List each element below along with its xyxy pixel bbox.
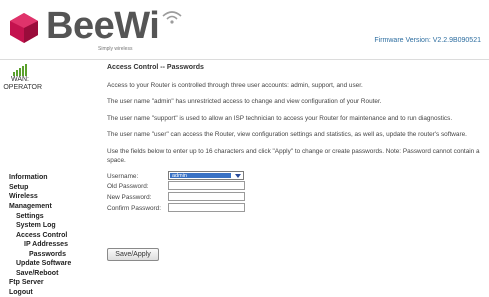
old-password-input[interactable]: [168, 181, 245, 190]
new-password-label: New Password:: [107, 194, 152, 201]
nav-item-management[interactable]: Management: [9, 202, 52, 211]
nav-item-access-control[interactable]: Access Control: [16, 231, 67, 240]
nav-item-ftp-server[interactable]: Ftp Server: [9, 278, 44, 287]
nav-item-passwords[interactable]: Passwords: [29, 250, 66, 259]
signal-strength-icon: [13, 64, 27, 76]
confirm-password-label: Confirm Password:: [107, 205, 161, 212]
beewi-logo-icon: [10, 13, 38, 43]
nav-item-wireless[interactable]: Wireless: [9, 192, 38, 201]
logo-subtitle: Simply wireless: [98, 46, 133, 52]
nav-item-ip-addresses[interactable]: IP Addresses: [24, 240, 68, 249]
save-apply-button[interactable]: Save/Apply: [107, 248, 159, 261]
nav-item-update-software[interactable]: Update Software: [16, 259, 71, 268]
old-password-label: Old Password:: [107, 183, 149, 190]
header: BeeWi Simply wireless Firmware Version: …: [0, 0, 489, 60]
username-select[interactable]: admin: [168, 171, 244, 180]
dropdown-arrow-icon[interactable]: [235, 174, 241, 178]
confirm-password-input[interactable]: [168, 203, 245, 212]
sidebar: WAN: OPERATOR Information Setup Wireless…: [0, 60, 95, 296]
logo-text: BeeWi: [46, 5, 160, 47]
instructions-paragraph: Use the fields below to enter up to 16 c…: [107, 148, 480, 164]
admin-paragraph: The user name "admin" has unrestricted a…: [107, 98, 382, 105]
support-paragraph: The user name "support" is used to allow…: [107, 115, 453, 122]
nav-item-system-log[interactable]: System Log: [16, 221, 56, 230]
wan-status: OPERATOR: [3, 84, 42, 91]
user-paragraph: The user name "user" can access the Rout…: [107, 131, 467, 138]
new-password-input[interactable]: [168, 192, 245, 201]
wan-label: WAN:: [10, 76, 30, 83]
username-selected-value: admin: [170, 173, 231, 179]
nav-item-settings[interactable]: Settings: [16, 212, 44, 221]
firmware-version: Firmware Version: V2.2.9B090521: [374, 37, 481, 44]
username-label: Username:: [107, 173, 139, 180]
nav-item-save-reboot[interactable]: Save/Reboot: [16, 269, 58, 278]
nav-item-information[interactable]: Information: [9, 173, 48, 182]
page-title: Access Control -- Passwords: [107, 64, 204, 71]
nav-item-logout[interactable]: Logout: [9, 288, 33, 297]
intro-paragraph: Access to your Router is controlled thro…: [107, 82, 363, 89]
wifi-icon: [162, 11, 182, 24]
nav-item-setup[interactable]: Setup: [9, 183, 28, 192]
